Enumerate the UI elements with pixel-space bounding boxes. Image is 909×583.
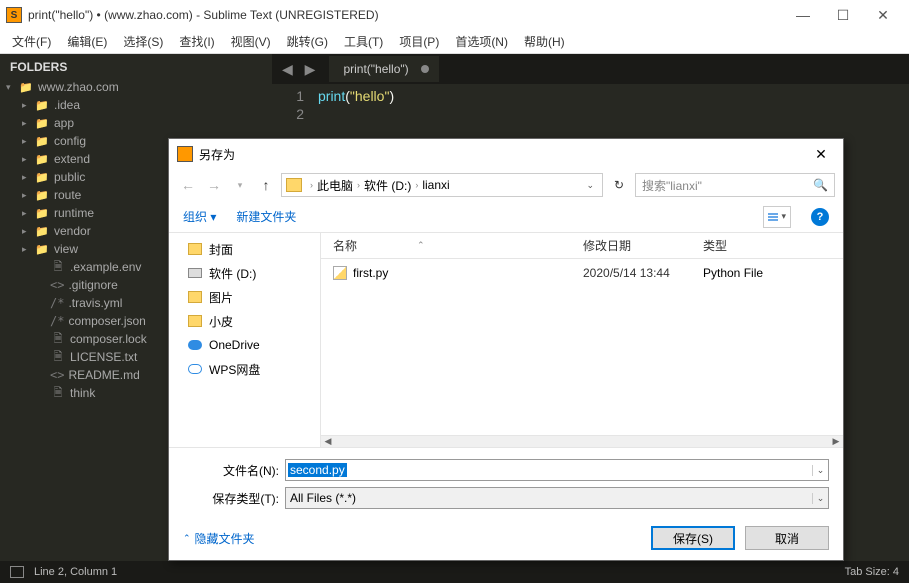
menu-tools[interactable]: 工具(T) bbox=[336, 33, 391, 50]
folder-icon bbox=[286, 178, 302, 192]
chevron-down-icon[interactable]: ⌄ bbox=[582, 180, 598, 191]
search-input[interactable]: 搜索"lianxi" 🔍 bbox=[635, 173, 835, 197]
place-item[interactable]: WPS网盘 bbox=[169, 357, 320, 381]
panel-icon[interactable] bbox=[10, 566, 24, 578]
address-bar[interactable]: › 此电脑› 软件 (D:)› lianxi ⌄ bbox=[281, 173, 603, 197]
place-item[interactable]: 软件 (D:) bbox=[169, 261, 320, 285]
filename-label: 文件名(N): bbox=[183, 462, 279, 479]
new-folder-button[interactable]: 新建文件夹 bbox=[236, 208, 296, 225]
place-item[interactable]: 图片 bbox=[169, 285, 320, 309]
tree-root-label: www.zhao.com bbox=[38, 80, 119, 94]
nav-back-button[interactable]: ← bbox=[177, 174, 199, 196]
sort-indicator-icon: ⌃ bbox=[417, 240, 425, 251]
menu-project[interactable]: 项目(P) bbox=[391, 33, 447, 50]
menu-edit[interactable]: 编辑(E) bbox=[59, 33, 115, 50]
menu-goto[interactable]: 跳转(G) bbox=[279, 33, 336, 50]
hide-folders-button[interactable]: ⌃ 隐藏文件夹 bbox=[183, 530, 255, 547]
python-file-icon bbox=[333, 266, 347, 280]
menu-find[interactable]: 查找(I) bbox=[171, 33, 222, 50]
nav-up-button[interactable]: ↑ bbox=[255, 174, 277, 196]
unsaved-dot-icon bbox=[421, 65, 429, 73]
file-row[interactable]: first.py 2020/5/14 13:44 Python File bbox=[321, 259, 843, 287]
place-item[interactable]: 小皮 bbox=[169, 309, 320, 333]
cancel-button[interactable]: 取消 bbox=[745, 526, 829, 550]
horizontal-scrollbar[interactable]: ◀▶ bbox=[321, 435, 843, 447]
nav-recent-button[interactable]: ▾ bbox=[229, 174, 251, 196]
editor-tab[interactable]: print("hello") bbox=[329, 56, 438, 82]
save-button[interactable]: 保存(S) bbox=[651, 526, 735, 550]
tree-folder[interactable]: ▸📁.idea bbox=[0, 96, 272, 114]
dialog-toolbar: 组织 ▾ 新建文件夹 ▾ ? bbox=[169, 201, 843, 233]
dialog-titlebar: 另存为 ✕ bbox=[169, 139, 843, 169]
save-as-dialog: 另存为 ✕ ← → ▾ ↑ › 此电脑› 软件 (D:)› lianxi ⌄ ↻… bbox=[168, 138, 844, 561]
filetype-label: 保存类型(T): bbox=[183, 490, 279, 507]
search-icon: 🔍 bbox=[813, 178, 828, 192]
menu-bar: 文件(F) 编辑(E) 选择(S) 查找(I) 视图(V) 跳转(G) 工具(T… bbox=[0, 30, 909, 54]
help-button[interactable]: ? bbox=[811, 208, 829, 226]
close-button[interactable]: ✕ bbox=[863, 7, 903, 24]
menu-file[interactable]: 文件(F) bbox=[4, 33, 59, 50]
menu-view[interactable]: 视图(V) bbox=[223, 33, 279, 50]
organize-button[interactable]: 组织 ▾ bbox=[183, 208, 216, 225]
tab-nav-arrows[interactable]: ◀ ▶ bbox=[272, 61, 329, 78]
dialog-footer: ⌃ 隐藏文件夹 保存(S) 取消 bbox=[169, 516, 843, 560]
window-title: print("hello") • (www.zhao.com) - Sublim… bbox=[28, 8, 379, 22]
filetype-select[interactable]: All Files (*.*) ⌄ bbox=[285, 487, 829, 509]
dialog-logo-icon bbox=[177, 146, 193, 162]
chevron-down-icon[interactable]: ⌄ bbox=[812, 465, 828, 476]
place-item[interactable]: OneDrive bbox=[169, 333, 320, 357]
sidebar-header: FOLDERS bbox=[0, 58, 272, 78]
status-bar: Line 2, Column 1 Tab Size: 4 bbox=[0, 561, 909, 583]
tab-label: print("hello") bbox=[343, 62, 408, 76]
chevron-down-icon[interactable]: ⌄ bbox=[812, 493, 828, 504]
maximize-button[interactable]: ☐ bbox=[823, 7, 863, 24]
tab-bar: ◀ ▶ print("hello") bbox=[272, 54, 909, 84]
dialog-title: 另存为 bbox=[199, 146, 235, 163]
menu-prefs[interactable]: 首选项(N) bbox=[447, 33, 516, 50]
dialog-nav: ← → ▾ ↑ › 此电脑› 软件 (D:)› lianxi ⌄ ↻ 搜索"li… bbox=[169, 169, 843, 201]
menu-help[interactable]: 帮助(H) bbox=[516, 33, 573, 50]
search-placeholder: 搜索"lianxi" bbox=[642, 177, 702, 194]
place-item[interactable]: 封面 bbox=[169, 237, 320, 261]
places-sidebar: 封面软件 (D:)图片小皮OneDriveWPS网盘 bbox=[169, 233, 321, 447]
status-tabsize[interactable]: Tab Size: 4 bbox=[845, 566, 899, 578]
refresh-button[interactable]: ↻ bbox=[607, 173, 631, 197]
app-logo-icon: S bbox=[6, 7, 22, 23]
view-mode-button[interactable]: ▾ bbox=[763, 206, 791, 228]
tree-folder[interactable]: ▸📁app bbox=[0, 114, 272, 132]
file-columns-header[interactable]: 名称⌃ 修改日期 类型 bbox=[321, 233, 843, 259]
menu-select[interactable]: 选择(S) bbox=[115, 33, 171, 50]
dialog-close-button[interactable]: ✕ bbox=[803, 146, 839, 163]
dialog-fields: 文件名(N): second.py ⌄ 保存类型(T): All Files (… bbox=[169, 448, 843, 516]
chevron-up-icon: ⌃ bbox=[183, 533, 191, 544]
nav-fwd-button[interactable]: → bbox=[203, 174, 225, 196]
tree-root[interactable]: ▾📁 www.zhao.com bbox=[0, 78, 272, 96]
filename-input[interactable]: second.py ⌄ bbox=[285, 459, 829, 481]
minimize-button[interactable]: — bbox=[783, 7, 823, 23]
window-titlebar: S print("hello") • (www.zhao.com) - Subl… bbox=[0, 0, 909, 30]
line-gutter: 1 2 bbox=[272, 84, 312, 124]
file-list: 名称⌃ 修改日期 类型 first.py 2020/5/14 13:44 Pyt… bbox=[321, 233, 843, 447]
status-cursor: Line 2, Column 1 bbox=[34, 566, 117, 578]
code-editor[interactable]: 1 2 print("hello") bbox=[272, 84, 909, 124]
